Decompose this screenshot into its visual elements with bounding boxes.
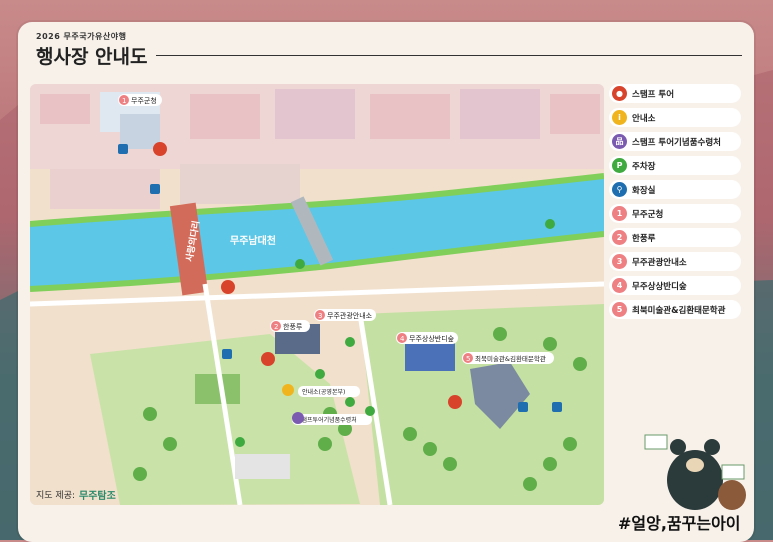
- bear-mascot-illustration: [644, 434, 746, 510]
- legend-label: 무주군청: [632, 209, 664, 220]
- info-icon: i: [612, 110, 627, 125]
- gift-icon: 品: [612, 134, 627, 149]
- gift-marker: [292, 412, 304, 424]
- credit-prefix: 지도 제공:: [36, 491, 76, 501]
- greenhouse: [235, 454, 290, 479]
- slogan: #얼앙,꿈꾸는아이: [618, 514, 741, 533]
- legend-label: 무주관광안내소: [632, 257, 687, 268]
- place-label-1[interactable]: 1 무주군청: [118, 94, 162, 106]
- svg-text:무주군청: 무주군청: [131, 97, 157, 105]
- place-2-icon: 2: [612, 230, 627, 245]
- svg-text:스탬프투어기념품수령처: 스탬프투어기념품수령처: [296, 416, 357, 424]
- legend-item: 品 스탬프 투어기념품수령처: [609, 132, 741, 151]
- place-label-5[interactable]: 5 최북미술관&김환태문학관: [462, 352, 554, 364]
- svg-text:안내소(공영본부): 안내소(공영본부): [302, 388, 345, 396]
- river-label: 무주남대천: [230, 234, 276, 247]
- legend-label: 최북미술관&김환태문학관: [632, 305, 726, 316]
- legend-label: 주차장: [632, 161, 656, 172]
- place-label-4[interactable]: 4 무주상상반디숲: [396, 332, 458, 344]
- page-title: 행사장 안내도: [36, 46, 148, 68]
- venue-map[interactable]: 무주남대천 사랑의다리 1 무주군청 2 한풍루 3 무주관광안내소 4 무주상…: [30, 84, 604, 505]
- svg-text:3: 3: [318, 312, 322, 320]
- svg-text:4: 4: [400, 335, 405, 343]
- legend-label: 안내소: [632, 113, 656, 124]
- place-3-icon: 3: [612, 254, 627, 269]
- legend-item: 2 한풍루: [609, 228, 741, 247]
- svg-text:2: 2: [274, 323, 278, 331]
- credit-logo: 무주탐조: [79, 491, 116, 502]
- stamp-tour-icon: ●: [612, 86, 627, 101]
- legend-item: ⚲ 화장실: [609, 180, 741, 199]
- info-center-label[interactable]: 안내소(공영본부): [298, 386, 360, 397]
- info-marker: [282, 384, 294, 396]
- parking-icon: P: [612, 158, 627, 173]
- place-4-icon: 4: [612, 278, 627, 293]
- restroom-icon: ⚲: [612, 182, 627, 197]
- place-5-icon: 5: [612, 302, 627, 317]
- legend-item: P 주차장: [609, 156, 741, 175]
- legend-item: ● 스탬프 투어: [609, 84, 741, 103]
- place-label-3[interactable]: 3 무주관광안내소: [314, 309, 376, 321]
- legend-item: 1 무주군청: [609, 204, 741, 223]
- svg-text:무주관광안내소: 무주관광안내소: [327, 311, 373, 320]
- legend-label: 스탬프 투어: [632, 89, 675, 100]
- legend-label: 화장실: [632, 185, 656, 196]
- stamp-gift-label[interactable]: 스탬프투어기념품수령처: [292, 414, 372, 425]
- legend-label: 무주상상반디숲: [632, 281, 687, 292]
- svg-text:한풍루: 한풍루: [283, 323, 303, 331]
- place-label-2[interactable]: 2 한풍루: [270, 320, 310, 332]
- county-office-building: [120, 114, 160, 149]
- legend-item: 5 최북미술관&김환태문학관: [609, 300, 741, 319]
- place-1-icon: 1: [612, 206, 627, 221]
- title-divider: [156, 55, 742, 56]
- event-subtitle: 2026 무주국가유산야행: [36, 32, 127, 41]
- svg-text:최북미술관&김환태문학관: 최북미술관&김환태문학관: [475, 354, 546, 363]
- legend-label: 한풍루: [632, 233, 656, 244]
- svg-text:5: 5: [466, 355, 470, 363]
- svg-text:1: 1: [122, 97, 126, 105]
- map-legend: ● 스탬프 투어 i 안내소 品 스탬프 투어기념품수령처 P 주차장 ⚲ 화장실 1 무주군청 2 한풍…: [609, 84, 741, 324]
- legend-item: 4 무주상상반디숲: [609, 276, 741, 295]
- legend-item: 3 무주관광안내소: [609, 252, 741, 271]
- legend-item: i 안내소: [609, 108, 741, 127]
- svg-text:무주상상반디숲: 무주상상반디숲: [409, 334, 455, 343]
- legend-label: 스탬프 투어기념품수령처: [632, 137, 721, 148]
- map-credit: 지도 제공: 무주탐조: [36, 487, 116, 502]
